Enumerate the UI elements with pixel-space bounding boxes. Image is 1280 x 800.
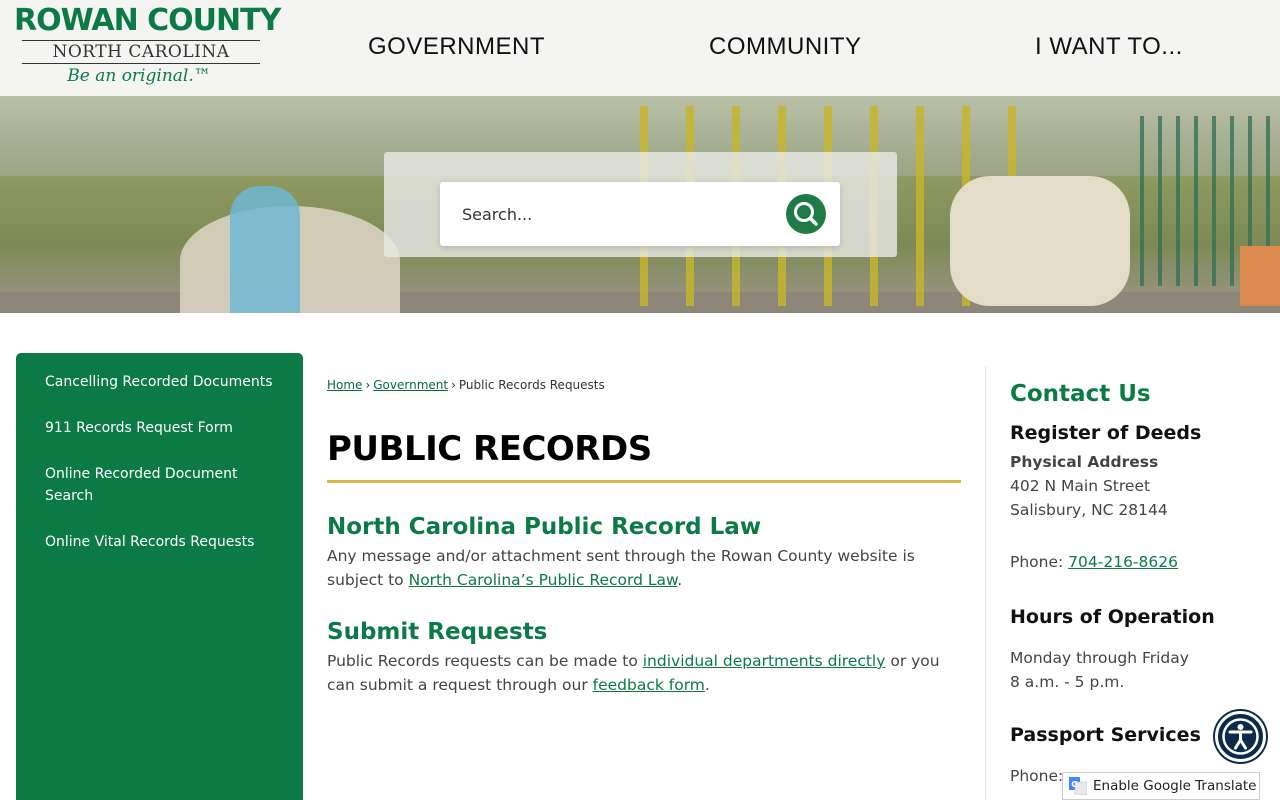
search-box xyxy=(440,182,840,246)
address-line-1: 402 N Main Street xyxy=(1010,477,1151,495)
county-logo[interactable]: ROWAN COUNTY NORTH CAROLINA Be an origin… xyxy=(14,3,281,92)
address-label: Physical Address xyxy=(1010,453,1159,471)
logo-tagline: Be an original.™ xyxy=(67,66,211,86)
hero-person xyxy=(230,186,300,313)
google-translate-button[interactable]: G Enable Google Translate xyxy=(1062,772,1260,800)
sidebar-nav: Cancelling Recorded Documents 911 Record… xyxy=(16,353,303,800)
search-icon xyxy=(794,202,818,226)
hours-time: 8 a.m. - 5 p.m. xyxy=(1010,673,1125,691)
hero-play-tube xyxy=(950,176,1130,306)
phone-line: Phone: 704-216-8626 xyxy=(1010,550,1270,574)
breadcrumb: Home › Government › Public Records Requests xyxy=(327,378,961,392)
google-translate-label: Enable Google Translate xyxy=(1093,778,1257,794)
para-text: . xyxy=(677,571,683,589)
main-content: Home › Government › Public Records Requests … xyxy=(327,366,961,697)
sidebar-item-cancelling-recorded-documents[interactable]: Cancelling Recorded Documents xyxy=(45,371,275,393)
hero-orange-slide xyxy=(1240,246,1280,306)
para-text: Public Records requests can be made to xyxy=(327,652,643,670)
nav-government[interactable]: GOVERNMENT xyxy=(368,33,545,61)
breadcrumb-separator: › xyxy=(365,378,371,392)
column-divider xyxy=(985,366,986,800)
site-header: ROWAN COUNTY NORTH CAROLINA Be an origin… xyxy=(0,0,1280,96)
contact-department: Register of Deeds xyxy=(1010,422,1202,444)
section-text-submit-requests: Public Records requests can be made to i… xyxy=(327,649,961,697)
breadcrumb-government[interactable]: Government xyxy=(373,378,448,392)
address-line-2: Salisbury, NC 28144 xyxy=(1010,501,1168,519)
search-input[interactable] xyxy=(462,200,772,228)
accessibility-icon xyxy=(1222,718,1259,755)
google-translate-icon: G xyxy=(1069,777,1087,795)
individual-departments-link[interactable]: individual departments directly xyxy=(643,652,886,670)
svg-text:G: G xyxy=(1071,780,1078,789)
search-button[interactable] xyxy=(786,194,826,234)
nav-i-want-to[interactable]: I WANT TO... xyxy=(1035,33,1183,61)
phone-label: Phone: xyxy=(1010,553,1069,571)
page-title: PUBLIC RECORDS xyxy=(327,430,961,483)
sidebar-item-911-records-request-form[interactable]: 911 Records Request Form xyxy=(45,417,275,439)
sidebar-item-online-vital-records-requests[interactable]: Online Vital Records Requests xyxy=(45,531,275,553)
section-heading-public-record-law: North Carolina Public Record Law xyxy=(327,514,762,540)
breadcrumb-home[interactable]: Home xyxy=(327,378,362,392)
section-text-public-record-law: Any message and/or attachment sent throu… xyxy=(327,544,961,592)
breadcrumb-separator: › xyxy=(451,378,456,392)
breadcrumb-current: Public Records Requests xyxy=(458,378,605,392)
nc-public-record-law-link[interactable]: North Carolina’s Public Record Law xyxy=(409,571,678,589)
contact-title: Contact Us xyxy=(1010,381,1151,407)
accessibility-button[interactable] xyxy=(1215,711,1266,762)
section-heading-submit-requests: Submit Requests xyxy=(327,619,548,645)
phone-link[interactable]: 704-216-8626 xyxy=(1068,553,1178,571)
sidebar-item-online-recorded-document-search[interactable]: Online Recorded Document Search xyxy=(45,463,275,507)
hours-title: Hours of Operation xyxy=(1010,606,1215,628)
logo-state-name: NORTH CAROLINA xyxy=(22,40,260,64)
nav-community[interactable]: COMMUNITY xyxy=(709,33,861,61)
hours-days: Monday through Friday xyxy=(1010,649,1189,667)
para-text: . xyxy=(704,676,710,694)
logo-county-name: ROWAN COUNTY xyxy=(14,3,281,38)
feedback-form-link[interactable]: feedback form xyxy=(593,676,705,694)
